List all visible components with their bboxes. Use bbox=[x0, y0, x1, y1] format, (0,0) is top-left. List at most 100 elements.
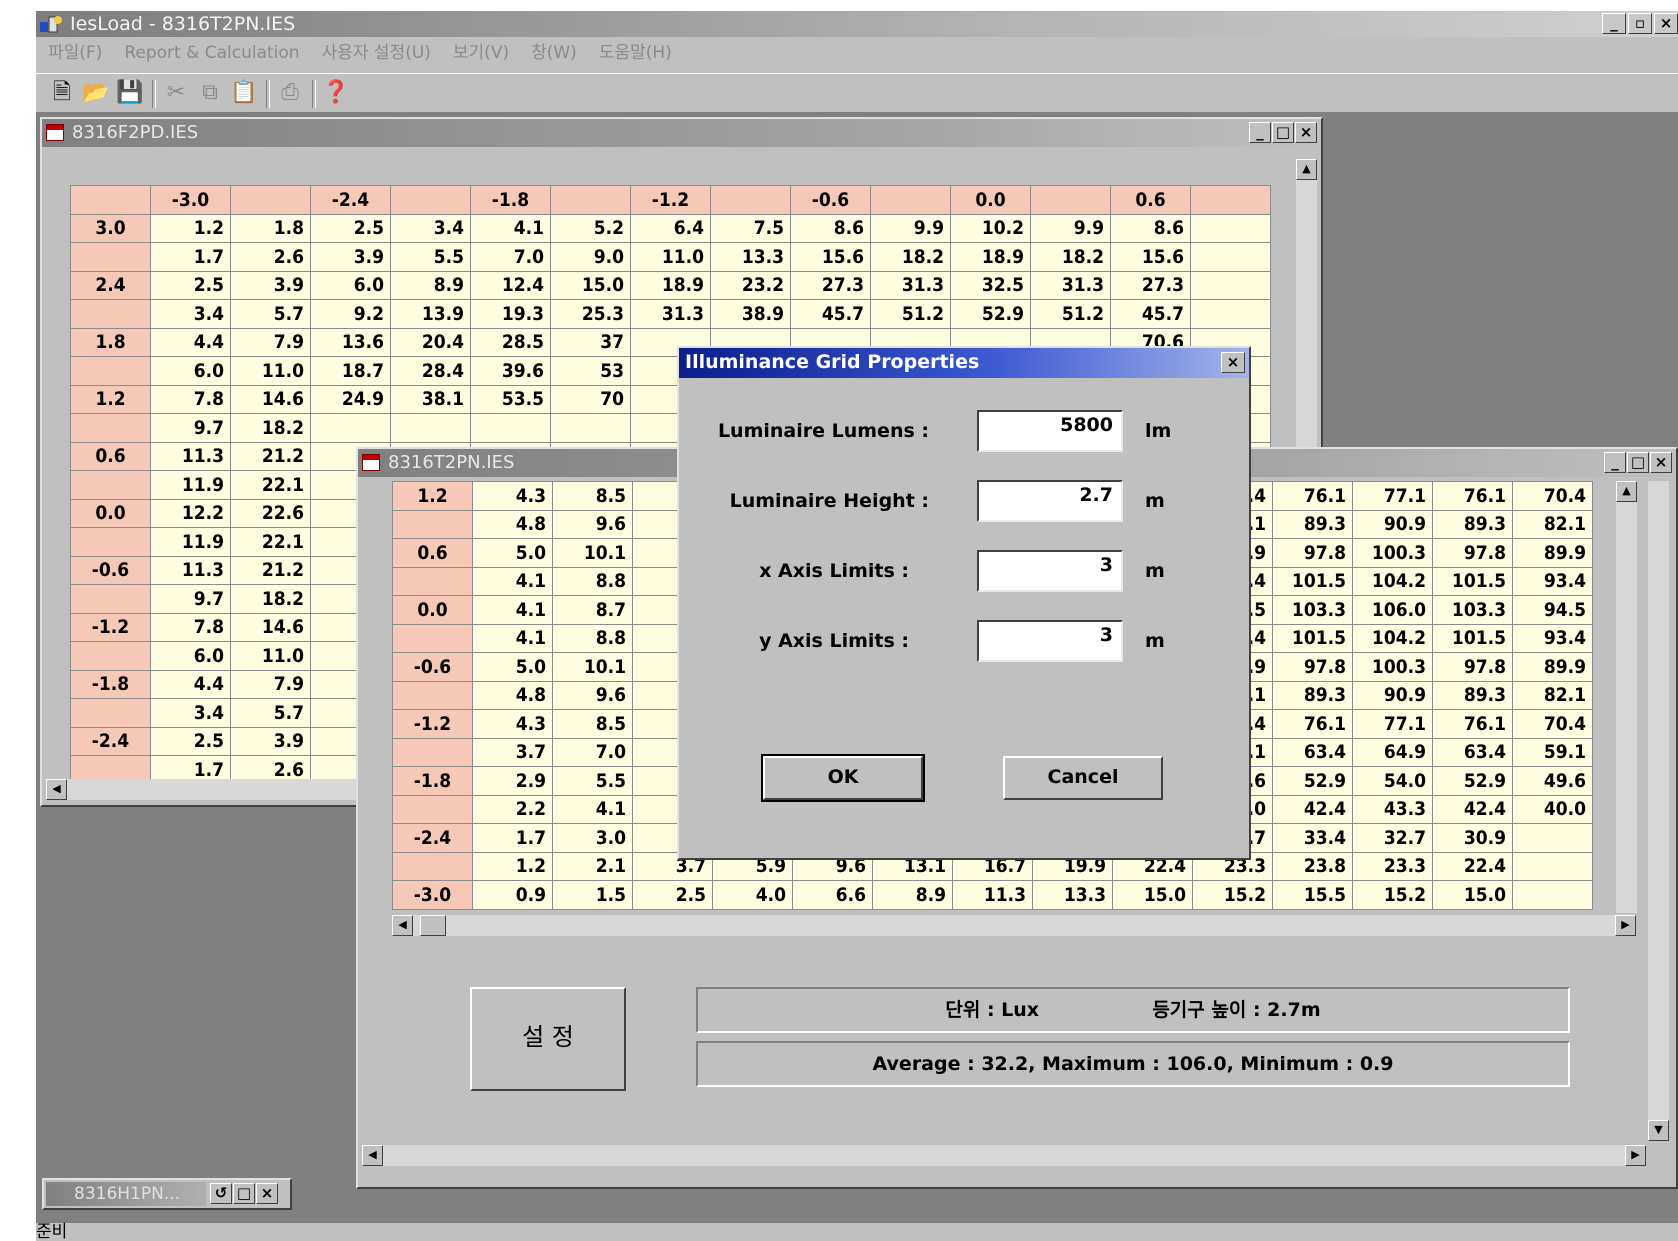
row-header[interactable] bbox=[70, 299, 151, 329]
grid-cell[interactable]: 42.4 bbox=[1272, 794, 1353, 824]
grid-cell[interactable]: 8.6 bbox=[1110, 213, 1191, 243]
grid-cell[interactable]: 4.3 bbox=[472, 481, 553, 511]
grid-cell[interactable]: 11.0 bbox=[630, 242, 711, 272]
grid-cell[interactable]: 52.9 bbox=[950, 299, 1031, 329]
grid-cell[interactable]: 101.5 bbox=[1272, 623, 1353, 653]
row-header[interactable]: 1.2 bbox=[392, 481, 473, 511]
grid-cell[interactable]: 10.2 bbox=[950, 213, 1031, 243]
grid-cell[interactable]: 76.1 bbox=[1272, 709, 1353, 739]
grid-cell[interactable]: 3.9 bbox=[310, 242, 391, 272]
grid-cell[interactable]: 106.0 bbox=[1352, 595, 1433, 625]
row-header[interactable] bbox=[70, 470, 151, 500]
grid-cell[interactable]: 51.2 bbox=[870, 299, 951, 329]
save-icon[interactable]: 💾 bbox=[116, 79, 144, 107]
grid-cell[interactable] bbox=[310, 413, 391, 443]
grid-cell[interactable]: 40.0 bbox=[1512, 794, 1593, 824]
grid-cell[interactable]: 101.5 bbox=[1432, 623, 1513, 653]
grid-cell[interactable]: 82.1 bbox=[1512, 680, 1593, 710]
grid-cell[interactable] bbox=[1190, 242, 1271, 272]
grid-cell[interactable]: 90.9 bbox=[1352, 680, 1433, 710]
restore-button[interactable]: ↺ bbox=[210, 1183, 232, 1204]
grid-cell[interactable]: 2.5 bbox=[150, 270, 231, 300]
row-header[interactable]: 1.8 bbox=[70, 327, 151, 357]
ok-button[interactable]: OK bbox=[761, 754, 925, 802]
grid-cell[interactable]: 1.7 bbox=[472, 823, 553, 853]
grid-cell[interactable] bbox=[1512, 851, 1593, 881]
horizontal-scrollbar[interactable]: ◀ ▶ bbox=[362, 1145, 1646, 1166]
grid-cell[interactable]: 77.1 bbox=[1352, 709, 1433, 739]
row-header[interactable]: 2.4 bbox=[70, 270, 151, 300]
grid-cell[interactable]: 31.3 bbox=[630, 299, 711, 329]
x-axis-input[interactable]: 3 bbox=[977, 550, 1123, 592]
grid-cell[interactable]: 5.7 bbox=[230, 698, 311, 728]
grid-cell[interactable]: 64.9 bbox=[1352, 737, 1433, 767]
grid-cell[interactable]: 104.2 bbox=[1352, 623, 1433, 653]
grid-cell[interactable]: 15.2 bbox=[1352, 880, 1433, 910]
grid-cell[interactable]: 4.3 bbox=[472, 709, 553, 739]
grid-cell[interactable]: 6.6 bbox=[792, 880, 873, 910]
grid-cell[interactable]: 9.6 bbox=[552, 680, 633, 710]
grid-cell[interactable]: 4.1 bbox=[472, 623, 553, 653]
y-axis-input[interactable]: 3 bbox=[977, 620, 1123, 662]
child-titlebar[interactable]: 8316F2PD.IES _ □ × bbox=[42, 119, 1321, 147]
grid-cell[interactable]: 7.9 bbox=[230, 669, 311, 699]
grid-cell[interactable]: 3.4 bbox=[390, 213, 471, 243]
grid-vertical-scrollbar[interactable]: ▲ bbox=[1616, 481, 1637, 913]
row-header[interactable]: 0.0 bbox=[392, 595, 473, 625]
grid-cell[interactable]: 37 bbox=[550, 327, 631, 357]
grid-cell[interactable]: 93.4 bbox=[1512, 566, 1593, 596]
menu-window[interactable]: 창(W) bbox=[531, 39, 577, 67]
grid-cell[interactable]: 33.4 bbox=[1272, 823, 1353, 853]
grid-cell[interactable]: 31.3 bbox=[870, 270, 951, 300]
grid-cell[interactable]: 82.1 bbox=[1512, 509, 1593, 539]
grid-cell[interactable]: 32.5 bbox=[950, 270, 1031, 300]
copy-icon[interactable]: ⧉ bbox=[196, 79, 224, 107]
grid-cell[interactable]: 1.2 bbox=[150, 213, 231, 243]
grid-cell[interactable]: 97.8 bbox=[1272, 652, 1353, 682]
grid-cell[interactable]: 70.4 bbox=[1512, 709, 1593, 739]
minimize-button[interactable]: _ bbox=[1604, 452, 1626, 473]
grid-cell[interactable]: 15.5 bbox=[1272, 880, 1353, 910]
row-header[interactable]: 3.0 bbox=[70, 213, 151, 243]
row-header[interactable] bbox=[392, 851, 473, 881]
grid-cell[interactable]: 3.4 bbox=[150, 299, 231, 329]
grid-cell[interactable]: 4.0 bbox=[712, 880, 793, 910]
grid-cell[interactable]: 30.9 bbox=[1432, 823, 1513, 853]
grid-cell[interactable] bbox=[1190, 213, 1271, 243]
maximize-button[interactable]: □ bbox=[233, 1183, 255, 1204]
grid-cell[interactable]: 24.9 bbox=[310, 384, 391, 414]
dialog-titlebar[interactable]: Illuminance Grid Properties × bbox=[679, 348, 1249, 378]
row-header[interactable] bbox=[70, 242, 151, 272]
grid-cell[interactable]: 15.0 bbox=[550, 270, 631, 300]
row-header[interactable] bbox=[392, 794, 473, 824]
row-header[interactable]: -1.8 bbox=[392, 766, 473, 796]
grid-cell[interactable]: 4.8 bbox=[472, 509, 553, 539]
grid-cell[interactable]: 70.4 bbox=[1512, 481, 1593, 511]
grid-cell[interactable]: 22.1 bbox=[230, 470, 311, 500]
grid-cell[interactable]: 4.1 bbox=[552, 794, 633, 824]
grid-cell[interactable]: 97.8 bbox=[1432, 538, 1513, 568]
grid-cell[interactable]: 3.0 bbox=[552, 823, 633, 853]
grid-cell[interactable]: 2.5 bbox=[632, 880, 713, 910]
grid-cell[interactable]: 4.8 bbox=[472, 680, 553, 710]
scroll-up-icon[interactable]: ▲ bbox=[1296, 159, 1317, 180]
grid-cell[interactable]: 1.5 bbox=[552, 880, 633, 910]
grid-cell[interactable]: 7.0 bbox=[470, 242, 551, 272]
grid-cell[interactable]: 9.0 bbox=[550, 242, 631, 272]
grid-cell[interactable]: 77.1 bbox=[1352, 481, 1433, 511]
row-header[interactable] bbox=[392, 737, 473, 767]
cancel-button[interactable]: Cancel bbox=[1003, 756, 1163, 800]
grid-cell[interactable]: 32.7 bbox=[1352, 823, 1433, 853]
grid-cell[interactable]: 18.2 bbox=[1030, 242, 1111, 272]
row-header[interactable]: -3.0 bbox=[392, 880, 473, 910]
grid-cell[interactable]: 3.9 bbox=[230, 270, 311, 300]
grid-cell[interactable]: 18.9 bbox=[950, 242, 1031, 272]
minimize-button[interactable]: _ bbox=[1602, 13, 1626, 34]
help-icon[interactable]: ❓ bbox=[322, 79, 350, 107]
grid-cell[interactable]: 45.7 bbox=[790, 299, 871, 329]
menu-file[interactable]: 파일(F) bbox=[48, 39, 102, 67]
row-header[interactable]: 0.6 bbox=[392, 538, 473, 568]
grid-cell[interactable]: 18.9 bbox=[630, 270, 711, 300]
grid-cell[interactable]: 45.7 bbox=[1110, 299, 1191, 329]
grid-cell[interactable]: 18.2 bbox=[230, 584, 311, 614]
